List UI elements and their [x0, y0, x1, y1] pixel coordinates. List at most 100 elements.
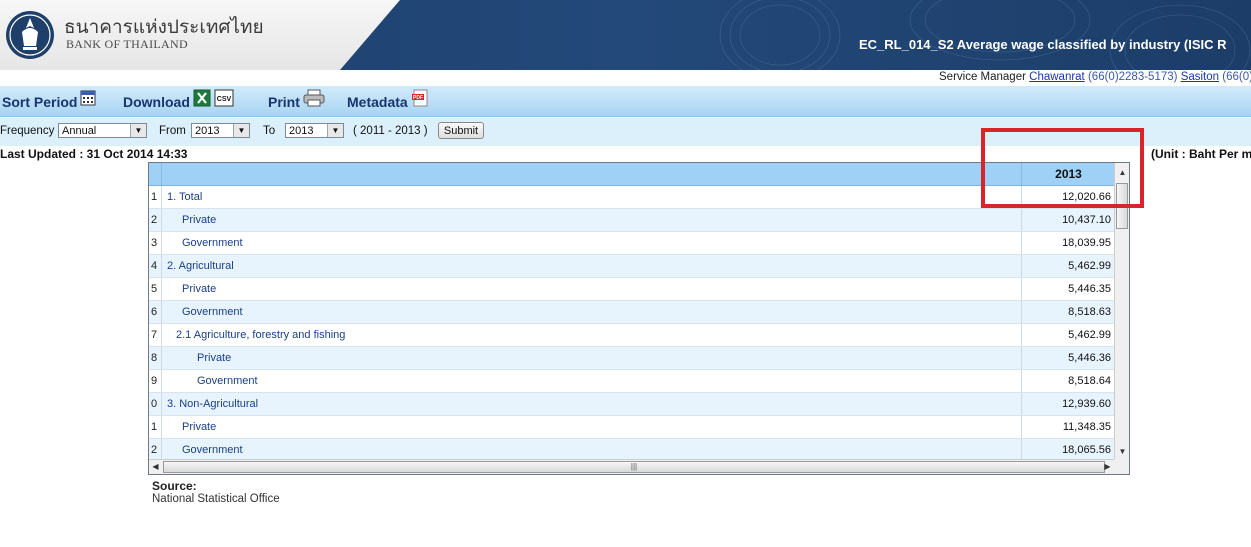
contact-phone-1: (66(0)2283-5173): [1087, 71, 1178, 83]
print-button[interactable]: Print: [268, 89, 325, 110]
frequency-value: Annual: [62, 125, 97, 137]
horizontal-scrollbar[interactable]: ◀ ||| ▶: [149, 459, 1114, 474]
toolbar: Sort Period Download CSV Print Metadata …: [0, 86, 1251, 117]
bank-logo-icon: [6, 11, 54, 59]
grid-header: 2013: [149, 163, 1114, 186]
row-value: 8,518.63: [1021, 301, 1115, 323]
contact-link-chawanrat[interactable]: Chawanrat: [1029, 71, 1085, 83]
submit-button[interactable]: Submit: [438, 122, 484, 139]
row-value: 10,437.10: [1021, 209, 1115, 231]
contact-phone-2: (66(0)2283-: [1222, 71, 1251, 83]
table-row[interactable]: 6 Government 8,518.63: [149, 301, 1114, 324]
row-value: 18,039.95: [1021, 232, 1115, 254]
row-value: 5,462.99: [1021, 324, 1115, 346]
bank-name-english: BANK OF THAILAND: [66, 37, 188, 51]
excel-icon[interactable]: [193, 89, 211, 107]
table-row[interactable]: 8 Private 5,446.36: [149, 347, 1114, 370]
row-label: Government: [161, 301, 243, 323]
chevron-down-icon: ▼: [327, 124, 343, 137]
table-row[interactable]: 3 Government 18,039.95: [149, 232, 1114, 255]
row-index: 6: [151, 306, 158, 318]
service-manager-line: Service Manager Chawanrat (66(0)2283-517…: [939, 71, 1251, 83]
to-label: To: [263, 125, 276, 137]
row-label: 2.1 Agriculture, forestry and fishing: [161, 324, 345, 346]
year-range-text: ( 2011 - 2013 ): [353, 125, 428, 137]
row-label: Private: [161, 347, 231, 369]
row-label: 2. Agricultural: [161, 255, 234, 277]
contact-link-sasiton[interactable]: Sasiton: [1181, 71, 1219, 83]
row-index: 1: [151, 421, 158, 433]
row-index: 4: [151, 260, 158, 272]
header-banner: ธนาคารแห่งประเทศไทย BANK OF THAILAND EC_…: [0, 0, 1251, 70]
row-value: 5,462.99: [1021, 255, 1115, 277]
frequency-select[interactable]: Annual ▼: [58, 123, 147, 138]
last-updated: Last Updated : 31 Oct 2014 14:33: [0, 147, 188, 161]
printer-icon: [303, 89, 325, 107]
table-row[interactable]: 5 Private 5,446.35: [149, 278, 1114, 301]
table-row[interactable]: 1 Private 11,348.35: [149, 416, 1114, 439]
guilloche-pattern: [719, 0, 1251, 70]
to-year-select[interactable]: 2013 ▼: [285, 123, 344, 138]
download-button[interactable]: Download CSV: [123, 89, 234, 110]
row-index: 8: [151, 352, 158, 364]
scroll-right-arrow-icon[interactable]: ▶: [1101, 460, 1114, 474]
frequency-label: Frequency: [0, 125, 55, 137]
source-label: Source:: [152, 479, 197, 493]
pdf-icon: PDF: [411, 89, 428, 107]
unit-label: (Unit : Baht Per m: [1151, 147, 1251, 161]
table-row[interactable]: 7 2.1 Agriculture, forestry and fishing 5,…: [149, 324, 1114, 347]
table-row[interactable]: 1 1. Total 12,020.66: [149, 186, 1114, 209]
table-row[interactable]: 4 2. Agricultural 5,462.99: [149, 255, 1114, 278]
csv-icon-text: CSV: [217, 96, 232, 103]
row-index: 5: [151, 283, 158, 295]
csv-icon[interactable]: CSV: [214, 89, 234, 107]
print-label: Print: [268, 94, 300, 110]
chevron-down-icon: ▼: [233, 124, 249, 137]
metadata-button[interactable]: Metadata PDF: [347, 89, 429, 110]
table-row[interactable]: 0 3. Non-Agricultural 12,939.60: [149, 393, 1114, 416]
sort-period-button[interactable]: Sort Period: [2, 90, 96, 110]
table-row[interactable]: 2 Private 10,437.10: [149, 209, 1114, 232]
row-value: 18,065.56: [1021, 439, 1115, 461]
row-label: Private: [161, 416, 216, 438]
data-grid: 2013 1 1. Total 12,020.66 2 Private 10,437.10…: [148, 162, 1130, 475]
calendar-icon: [80, 90, 96, 106]
row-label: Private: [161, 278, 216, 300]
to-year-value: 2013: [289, 125, 314, 137]
metadata-label: Metadata: [347, 94, 408, 110]
from-year-select[interactable]: 2013 ▼: [191, 123, 250, 138]
row-index: 2: [151, 214, 158, 226]
row-index: 7: [151, 329, 158, 341]
row-value: 11,348.35: [1021, 416, 1115, 438]
sort-period-label: Sort Period: [2, 94, 78, 110]
horizontal-scroll-thumb[interactable]: |||: [163, 461, 1105, 473]
service-manager-label: Service Manager: [939, 71, 1026, 83]
report-title: EC_RL_014_S2 Average wage classified by …: [859, 37, 1227, 52]
chevron-down-icon: ▼: [130, 124, 146, 137]
annotation-highlight-box: [981, 128, 1144, 208]
table-row[interactable]: 9 Government 8,518.64: [149, 370, 1114, 393]
from-label: From: [159, 125, 186, 137]
index-column-divider: [161, 163, 162, 185]
source-value: National Statistical Office: [152, 493, 280, 505]
scroll-down-arrow-icon[interactable]: ▼: [1115, 445, 1129, 459]
row-label: Government: [161, 439, 243, 461]
row-index: 0: [151, 398, 158, 410]
download-label: Download: [123, 94, 190, 110]
svg-text:PDF: PDF: [413, 95, 423, 101]
row-label: Private: [161, 209, 216, 231]
row-index: 9: [151, 375, 158, 387]
scrollbar-corner: [1114, 459, 1129, 474]
row-value: 12,939.60: [1021, 393, 1115, 415]
row-value: 8,518.64: [1021, 370, 1115, 392]
grid-rows: 1 1. Total 12,020.66 2 Private 10,437.10 3 Gove…: [149, 186, 1114, 462]
from-year-value: 2013: [195, 125, 220, 137]
row-label: 3. Non-Agricultural: [161, 393, 258, 415]
row-label: Government: [161, 370, 258, 392]
row-index: 3: [151, 237, 158, 249]
row-label: Government: [161, 232, 243, 254]
row-index: 2: [151, 444, 158, 456]
row-value: 5,446.36: [1021, 347, 1115, 369]
scroll-left-arrow-icon[interactable]: ◀: [149, 460, 162, 474]
row-index: 1: [151, 191, 158, 203]
